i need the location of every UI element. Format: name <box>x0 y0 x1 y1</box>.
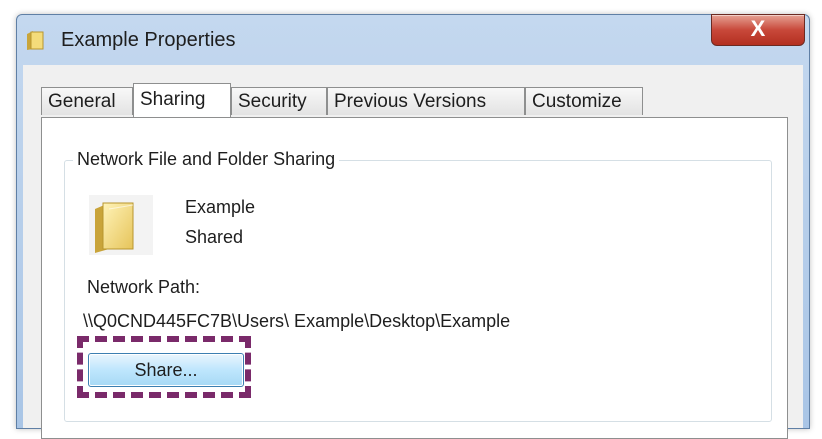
close-icon: X <box>750 16 766 41</box>
folder-icon <box>89 195 153 255</box>
window-title: Example Properties <box>61 29 236 51</box>
tab-previous-versions[interactable]: Previous Versions <box>327 87 525 115</box>
tab-sharing[interactable]: Sharing <box>133 83 231 117</box>
tab-customize[interactable]: Customize <box>525 87 643 115</box>
network-path-value: \\Q0CND445FC7B\Users\ Example\Desktop\Ex… <box>83 311 511 331</box>
folder-name: Example <box>185 197 256 217</box>
group-title: Network File and Folder Sharing <box>73 149 340 170</box>
share-button-highlight <box>77 336 251 398</box>
close-button[interactable]: X <box>711 14 805 46</box>
folder-icon <box>27 31 44 50</box>
tab-general[interactable]: General <box>41 87 133 115</box>
tab-security[interactable]: Security <box>231 87 327 115</box>
sharing-status: Shared <box>185 227 244 247</box>
title-bar[interactable]: Example Properties X <box>17 14 809 65</box>
network-path-label: Network Path: <box>87 277 201 297</box>
